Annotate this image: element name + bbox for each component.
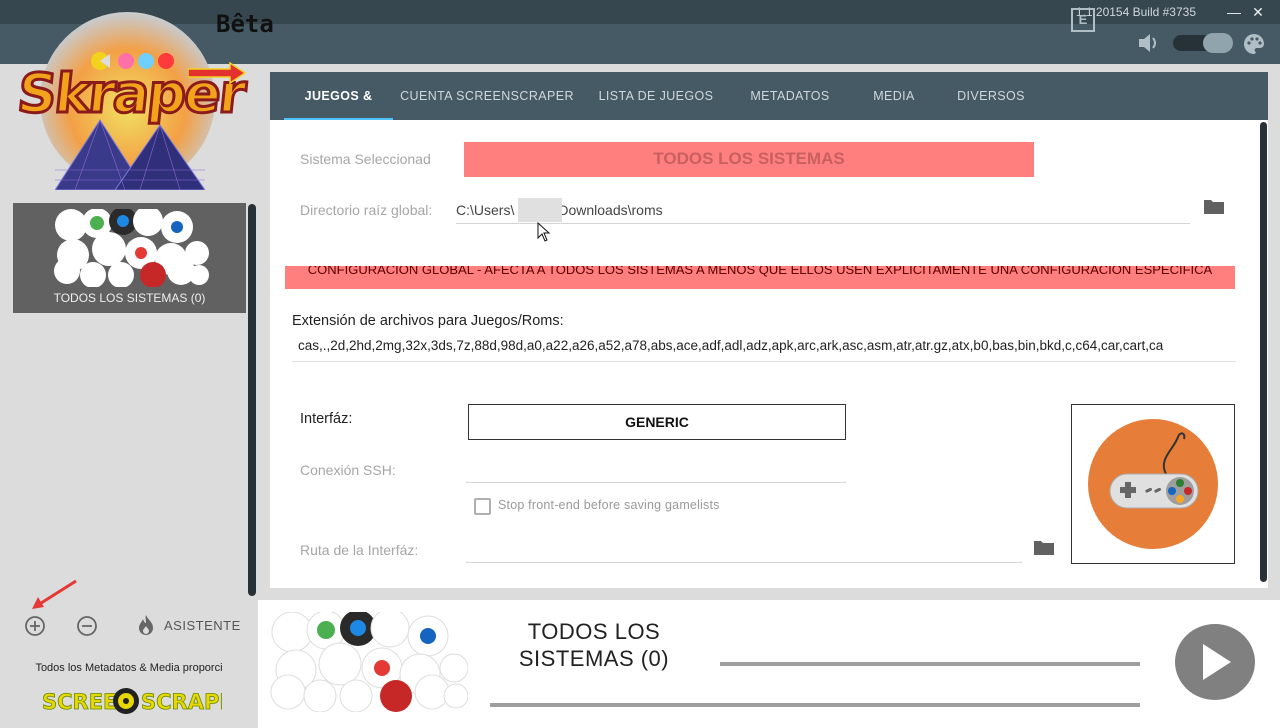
frontend-label: Interfáz: bbox=[300, 411, 353, 427]
current-system-name: TODOS LOS SISTEMAS (0) bbox=[518, 619, 670, 671]
minimize-button[interactable]: — bbox=[1224, 2, 1244, 22]
extensions-input[interactable]: cas,.,2d,2hd,2mg,32x,3ds,7z,88d,98d,a0,a… bbox=[292, 338, 1236, 362]
bottom-status-panel: TODOS LOS SISTEMAS (0) bbox=[258, 600, 1280, 728]
redaction-mask bbox=[518, 198, 562, 222]
red-arrow-annotation-icon bbox=[32, 579, 77, 609]
tab-screenscraper-account[interactable]: CUENTA SCREENSCRAPER bbox=[398, 72, 576, 120]
ssh-label: Conexión SSH: bbox=[300, 462, 396, 478]
warning-text: CONFIGURACIÓN GLOBAL - AFECTA A TODOS LO… bbox=[307, 266, 1213, 277]
tab-metadata[interactable]: METADATOS bbox=[740, 72, 840, 120]
systems-collage-icon bbox=[54, 209, 209, 287]
flame-icon bbox=[139, 615, 153, 635]
settings-panel: JUEGOS & CUENTA SCREENSCRAPER LISTA DE J… bbox=[270, 72, 1268, 588]
selected-system-label: Sistema Seleccionad bbox=[300, 151, 431, 167]
svg-text:SCRAPER: SCRAPER bbox=[141, 690, 222, 714]
sound-toggle[interactable] bbox=[1173, 33, 1233, 53]
stop-frontend-checkbox[interactable] bbox=[474, 498, 491, 515]
sidebar-scrollbar[interactable] bbox=[248, 204, 256, 596]
start-scraping-button[interactable] bbox=[1175, 624, 1255, 700]
global-config-warning: CONFIGURACIÓN GLOBAL - AFECTA A TODOS LO… bbox=[285, 266, 1235, 289]
frontend-path-input[interactable] bbox=[466, 562, 1022, 563]
e-icon[interactable]: E bbox=[1071, 8, 1095, 32]
system-sidebar: TODOS LOS SISTEMAS (0) ASISTENTE Todos l… bbox=[0, 64, 258, 728]
toggle-knob bbox=[1203, 33, 1233, 53]
screenscraper-logo[interactable]: SCREEN SCRAPER bbox=[42, 684, 222, 718]
add-system-button[interactable] bbox=[24, 615, 46, 637]
credit-text: Todos los Metadatos & Media proporci bbox=[35, 662, 223, 674]
system-progress-bar bbox=[720, 662, 1140, 666]
frontend-select-button[interactable]: GENERIC bbox=[468, 404, 846, 440]
root-dir-input[interactable]: C:\Users\ Downloads\roms bbox=[456, 202, 1190, 224]
browse-root-folder-icon[interactable] bbox=[1203, 197, 1225, 215]
browse-frontend-folder-icon[interactable] bbox=[1033, 538, 1055, 556]
play-icon bbox=[1203, 644, 1231, 680]
extensions-label: Extensión de archivos para Juegos/Roms: bbox=[292, 313, 564, 329]
frontend-image bbox=[1071, 404, 1235, 564]
wizard-label: ASISTENTE bbox=[164, 618, 241, 633]
selected-system-banner[interactable]: TODOS LOS SISTEMAS bbox=[464, 142, 1034, 177]
tab-game-list[interactable]: LISTA DE JUEGOS bbox=[590, 72, 722, 120]
remove-system-button[interactable] bbox=[76, 615, 98, 637]
tab-media[interactable]: MEDIA bbox=[864, 72, 924, 120]
system-card-all[interactable]: TODOS LOS SISTEMAS (0) bbox=[13, 203, 246, 313]
mouse-cursor-icon bbox=[537, 222, 551, 242]
wizard-button[interactable]: ASISTENTE bbox=[136, 614, 246, 636]
frontend-path-label: Ruta de la Interfáz: bbox=[300, 542, 419, 558]
volume-icon[interactable] bbox=[1137, 32, 1161, 54]
system-card-label: TODOS LOS SISTEMAS (0) bbox=[53, 291, 206, 305]
tab-bar: JUEGOS & CUENTA SCREENSCRAPER LISTA DE J… bbox=[270, 72, 1268, 120]
systems-collage-icon bbox=[270, 612, 468, 712]
tab-games[interactable]: JUEGOS & bbox=[284, 72, 393, 120]
root-dir-label: Directorio raíz global: bbox=[300, 202, 433, 218]
tab-misc[interactable]: DIVERSOS bbox=[950, 72, 1032, 120]
settings-scrollbar[interactable] bbox=[1260, 122, 1267, 582]
root-dir-suffix: Downloads\roms bbox=[558, 202, 663, 218]
gamepad-icon bbox=[1088, 419, 1218, 549]
close-button[interactable]: ✕ bbox=[1248, 2, 1268, 22]
stop-frontend-label: Stop front-end before saving gamelists bbox=[498, 498, 720, 512]
palette-icon[interactable] bbox=[1243, 33, 1265, 55]
root-dir-prefix: C:\Users\ bbox=[456, 202, 515, 218]
overall-progress-bar bbox=[490, 703, 1140, 707]
ssh-input[interactable] bbox=[466, 482, 846, 483]
beta-label: Bêta bbox=[216, 10, 274, 38]
